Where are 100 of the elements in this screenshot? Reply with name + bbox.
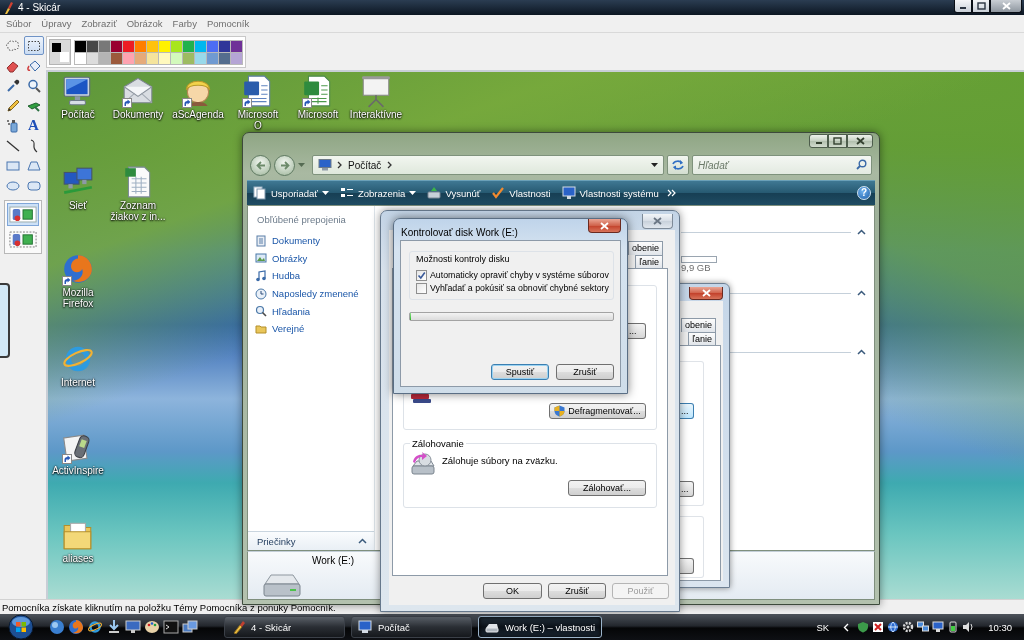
color-swatch[interactable] [183, 40, 194, 52]
tab[interactable]: obenie [627, 241, 663, 255]
language-indicator[interactable]: SK [816, 621, 830, 633]
toolbar-button[interactable]: Vlastnosti systému [558, 182, 662, 204]
color-swatch[interactable] [99, 40, 110, 52]
close-button[interactable] [588, 219, 621, 233]
start-orb-icon[interactable] [7, 614, 35, 640]
checkbox-label[interactable]: Vyhľadať a pokúsiť sa obnoviť chybné sektory [430, 283, 609, 293]
color-swatch[interactable] [99, 52, 110, 64]
network-icon[interactable] [917, 621, 930, 633]
menu-item[interactable]: Obrázok [121, 15, 168, 32]
toolbar-button[interactable]: Vysunúť [424, 182, 484, 204]
favorite-link[interactable]: Dokumenty [248, 232, 374, 250]
color-swatch[interactable] [219, 52, 230, 64]
dialog-button[interactable]: OK [483, 582, 542, 599]
color-swatch[interactable] [195, 40, 206, 52]
battery-icon[interactable] [947, 621, 960, 633]
close-button[interactable] [847, 134, 873, 148]
stacked-windows-icon[interactable] [182, 619, 198, 635]
checkbox[interactable] [416, 269, 427, 281]
button-fragment[interactable]: ... [680, 403, 694, 419]
text-tool-button[interactable]: A [23, 116, 44, 135]
color-swatch[interactable] [207, 40, 218, 52]
menu-item[interactable]: Súbor [1, 15, 37, 32]
taskbar-button[interactable]: 4 - Skicár [224, 616, 345, 638]
color-swatch[interactable] [183, 52, 194, 64]
color-swatch[interactable] [195, 52, 206, 64]
favorite-link[interactable]: Obrázky [248, 249, 374, 268]
desktop-icon-label[interactable]: Mozilla Firefox [62, 287, 94, 309]
toolbar-button[interactable]: Vlastnosti [488, 182, 554, 204]
color-swatch[interactable] [123, 40, 134, 52]
menu-item[interactable]: Pomocník [201, 15, 255, 32]
toolbar-button[interactable]: Usporiadať [250, 182, 332, 204]
breadcrumb-link[interactable]: Počítač [347, 159, 383, 171]
checkbox-label[interactable]: Automaticky opraviť chyby v systéme súborov [430, 270, 609, 280]
favorite-link[interactable]: Hľadania [248, 302, 374, 320]
download-arrow-icon[interactable] [106, 619, 122, 635]
color-swatch[interactable] [135, 52, 146, 64]
color-swatch[interactable] [207, 52, 218, 64]
forward-button[interactable] [274, 154, 295, 176]
paint-palette-icon[interactable] [144, 619, 160, 635]
color-swatch[interactable] [75, 40, 86, 52]
color-swatch[interactable] [87, 40, 98, 52]
foreground-color-swatch[interactable] [52, 43, 61, 52]
color-swatch[interactable] [147, 40, 158, 52]
selection-mode-button[interactable] [7, 203, 39, 226]
orbit-ring-icon[interactable] [87, 619, 103, 635]
color-swatch[interactable] [171, 40, 182, 52]
color-swatch[interactable] [219, 40, 230, 52]
gear-icon[interactable] [902, 621, 915, 633]
favorite-link[interactable]: Verejné [248, 319, 374, 338]
color-swatch[interactable] [171, 52, 182, 64]
taskbar-button[interactable]: Počítač [351, 616, 472, 638]
dialog-button[interactable]: Zrušiť [548, 582, 606, 599]
color-swatch[interactable] [75, 52, 86, 64]
monitor-icon[interactable] [125, 619, 141, 635]
monitor-icon[interactable] [932, 621, 945, 633]
color-swatch[interactable] [159, 52, 170, 64]
dialog-button[interactable]: Zrušiť [556, 364, 614, 380]
folders-header-button[interactable]: Priečinky [248, 531, 374, 550]
color-swatch[interactable] [135, 40, 146, 52]
search-icon[interactable] [856, 159, 867, 170]
color-swatch[interactable] [111, 40, 122, 52]
button-fragment[interactable] [680, 558, 694, 574]
close-button[interactable] [689, 287, 723, 300]
taskbar-button[interactable]: Work (E:) – vlastnosti [478, 616, 603, 638]
chevron-left-icon[interactable] [843, 622, 850, 632]
minimize-button[interactable] [954, 0, 972, 13]
color-swatch[interactable] [231, 40, 242, 52]
menu-item[interactable]: Úpravy [36, 15, 77, 32]
search-field[interactable]: Hľadať [692, 155, 872, 175]
favorite-link[interactable]: Naposledy zmenené [248, 284, 374, 303]
checkbox[interactable] [416, 282, 427, 294]
shield-icon[interactable] [857, 621, 870, 633]
terminal-icon[interactable] [163, 619, 179, 635]
color-swatch[interactable] [147, 52, 158, 64]
globe-icon[interactable] [887, 621, 900, 633]
menu-item[interactable]: Farby [167, 15, 202, 32]
history-dropdown-button[interactable] [298, 163, 305, 167]
color-swatch[interactable] [159, 40, 170, 52]
color-swatch[interactable] [111, 52, 122, 64]
maximize-button[interactable] [972, 0, 990, 13]
toolbar-button[interactable]: Zobrazenia [336, 182, 420, 204]
backup-button[interactable]: Zálohovať... [568, 480, 646, 496]
address-bar[interactable]: Počítač [312, 155, 664, 175]
defragment-button[interactable]: Defragmentovať... [549, 403, 646, 419]
sphere-icon[interactable] [49, 619, 65, 635]
globe-icon[interactable] [68, 619, 84, 635]
color-swatch[interactable] [231, 52, 242, 64]
close-button[interactable] [990, 0, 1022, 13]
favorite-link[interactable]: Hudba [248, 267, 374, 285]
back-button[interactable] [250, 154, 271, 176]
button-fragment[interactable]: ... [680, 481, 694, 497]
minimize-button[interactable] [809, 134, 828, 148]
tool-button[interactable] [23, 36, 44, 55]
refresh-button[interactable] [667, 155, 689, 175]
selection-mode-button[interactable] [7, 228, 39, 251]
color-swatch[interactable] [123, 52, 134, 64]
speaker-icon[interactable] [962, 621, 975, 633]
color-swatch[interactable] [87, 52, 98, 64]
